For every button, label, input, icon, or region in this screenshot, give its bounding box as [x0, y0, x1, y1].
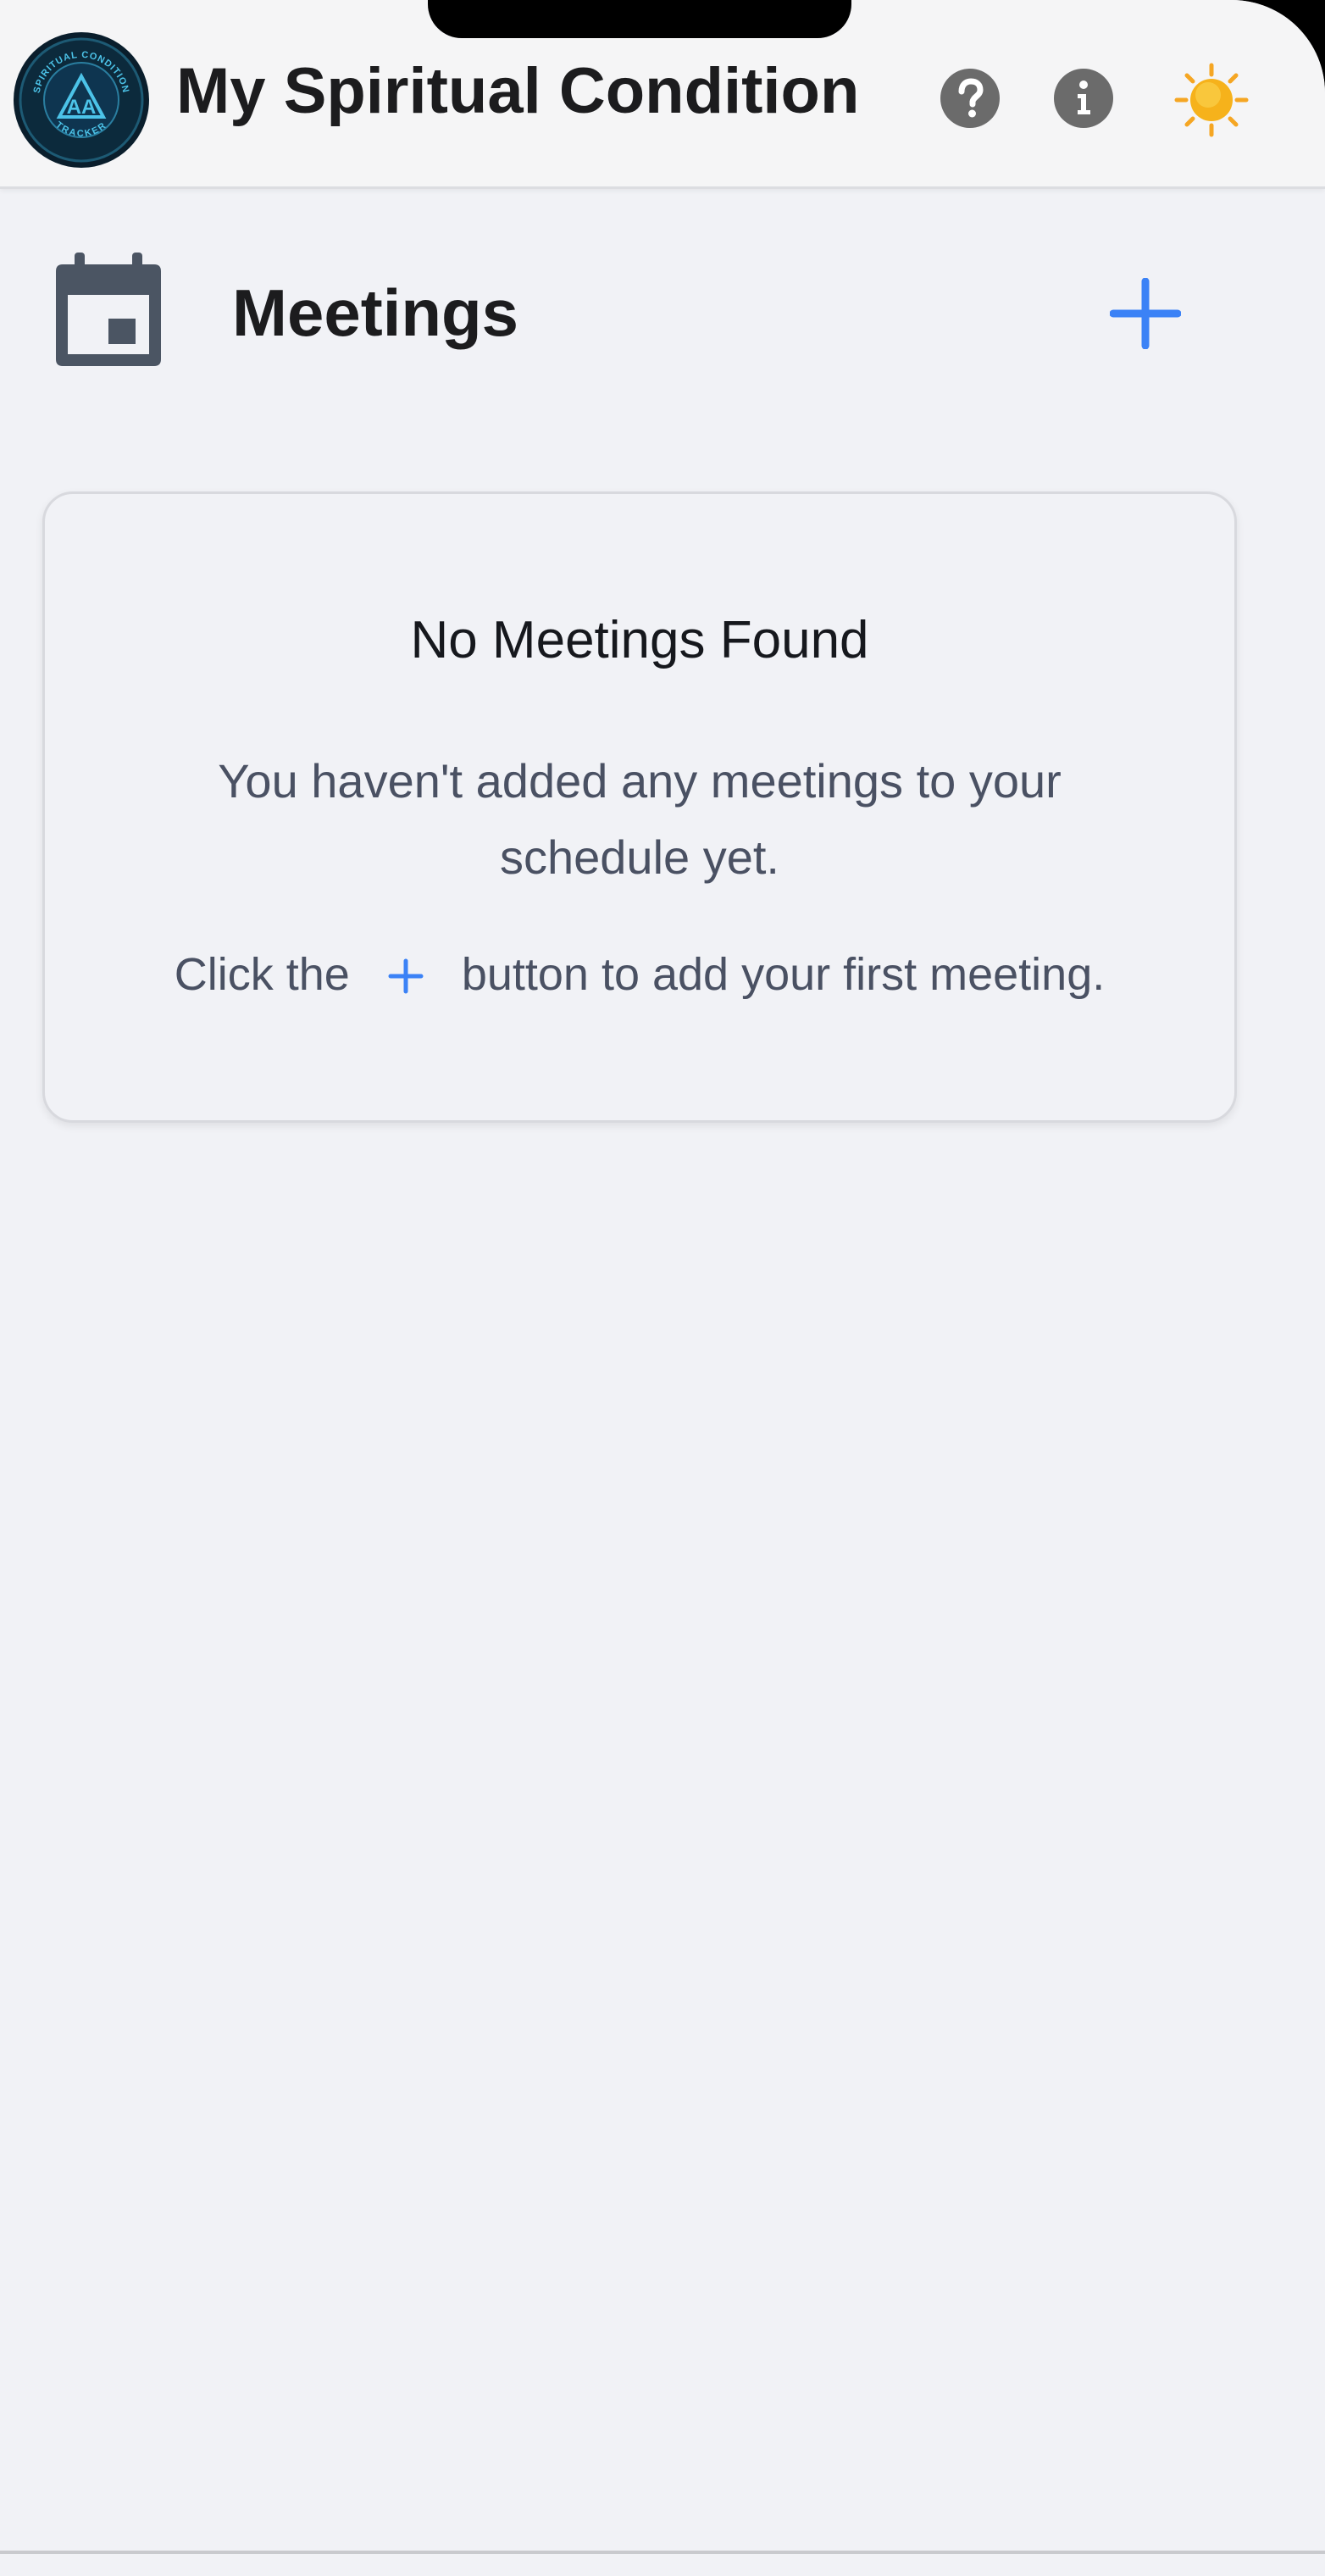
app-screen: AA SPIRITUAL CONDITION TRACKER My Spirit… — [0, 0, 1325, 2576]
empty-state-title: No Meetings Found — [410, 611, 869, 669]
info-icon[interactable] — [1053, 68, 1114, 129]
app-logo: AA SPIRITUAL CONDITION TRACKER — [14, 32, 149, 168]
empty-state-description: You haven't added any meetings to your s… — [218, 754, 1062, 884]
hint-text-before: Click the — [174, 949, 350, 1000]
bottom-divider — [0, 2551, 1325, 2554]
sun-icon[interactable] — [1174, 63, 1249, 137]
device-notch — [428, 0, 851, 38]
empty-state-card: No Meetings Found You haven't added any … — [42, 491, 1237, 1123]
app-title: My Spiritual Condition — [176, 55, 860, 127]
add-meeting-button[interactable] — [1110, 278, 1181, 349]
meetings-title: Meetings — [232, 275, 519, 350]
empty-state-hint: Click the button to add your first meetin… — [45, 952, 1234, 997]
meetings-header: Meetings — [0, 246, 1325, 381]
calendar-icon — [56, 253, 161, 366]
hint-text-after: button to add your first meeting. — [461, 949, 1106, 1000]
app-header: AA SPIRITUAL CONDITION TRACKER My Spirit… — [0, 0, 1325, 189]
svg-text:AA: AA — [67, 96, 97, 119]
help-icon[interactable] — [940, 68, 1001, 129]
plus-icon — [388, 958, 424, 994]
